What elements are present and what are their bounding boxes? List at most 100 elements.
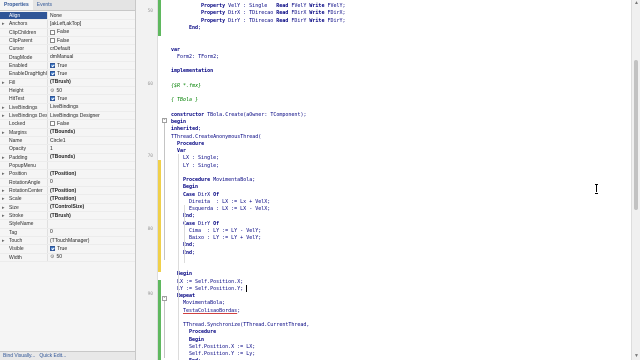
property-value[interactable]: 0 xyxy=(48,229,135,236)
checkbox[interactable] xyxy=(50,63,55,69)
property-row[interactable]: ▸ Anchors [akLeft,akTop] xyxy=(0,20,135,29)
property-row[interactable]: Cursor crDefault xyxy=(0,45,135,54)
gear-icon[interactable]: ⚙ xyxy=(50,87,54,94)
footer-link[interactable]: Quick Edit... xyxy=(39,353,66,359)
property-row[interactable]: ▸ Touch (TTouchManager) xyxy=(0,236,135,246)
footer-link[interactable]: Bind Visually... xyxy=(3,353,35,359)
checkbox[interactable] xyxy=(50,246,55,252)
code-line[interactable]: Baixo : LY := LY + VelY; xyxy=(189,234,261,242)
property-value[interactable]: (TPosition) xyxy=(48,187,135,194)
property-row[interactable]: StyleName xyxy=(0,220,135,229)
property-value[interactable]: False xyxy=(48,29,135,36)
code-editor[interactable]: 50 60 70 80 90 - - Property VelY : Single Re… xyxy=(136,0,640,360)
property-value[interactable]: None xyxy=(48,12,135,19)
expand-icon[interactable]: ▸ xyxy=(2,79,5,86)
checkbox[interactable] xyxy=(50,96,55,102)
property-value[interactable]: Circle1 xyxy=(48,137,135,144)
expand-icon[interactable]: ▸ xyxy=(2,112,5,119)
property-row[interactable]: Align None xyxy=(0,12,135,21)
property-value[interactable]: (TBounds) xyxy=(48,154,135,161)
tab-events[interactable]: Events xyxy=(33,0,56,10)
property-value[interactable]: (TControlSize) xyxy=(48,204,135,211)
expand-icon[interactable]: ▸ xyxy=(2,154,5,161)
property-row[interactable]: ▸ Size (TControlSize) xyxy=(0,203,135,212)
code-line[interactable]: implementation xyxy=(171,67,213,75)
collapse-icon[interactable]: - xyxy=(162,118,167,123)
code-line[interactable]: LY : Single; xyxy=(183,162,219,170)
property-value[interactable]: (TBrush) xyxy=(48,212,135,219)
checkbox[interactable] xyxy=(50,29,55,35)
property-row[interactable]: ▸ Fill (TBrush) xyxy=(0,78,135,87)
property-value[interactable]: dmManual xyxy=(48,54,135,61)
code-line[interactable]: Esquerda : LX := LX - VelX; xyxy=(189,205,270,213)
property-row[interactable]: DragMode dmManual xyxy=(0,53,135,62)
property-row[interactable]: ▸ LiveBindings LiveBindings xyxy=(0,103,135,112)
property-row[interactable]: Locked False xyxy=(0,120,135,129)
code-line[interactable]: End; xyxy=(189,24,201,32)
expand-icon[interactable]: ▸ xyxy=(2,170,5,177)
property-row[interactable]: Enabled True xyxy=(0,61,135,71)
property-row[interactable]: Height ⚙ 50 xyxy=(0,86,135,96)
property-row[interactable]: ▸ Margins (TBounds) xyxy=(0,128,135,137)
property-row[interactable]: ▸ Position (TPosition) xyxy=(0,170,135,179)
code-line[interactable]: {$R *.fmx} xyxy=(171,82,201,90)
property-row[interactable]: ▸ Stroke (TBrush) xyxy=(0,211,135,221)
property-row[interactable]: EnableDragHighlight True xyxy=(0,70,135,79)
property-row[interactable]: ▸ RotationCenter (TPosition) xyxy=(0,186,135,196)
expand-icon[interactable]: ▸ xyxy=(2,20,5,27)
property-row[interactable]: ▸ Scale (TPosition) xyxy=(0,195,135,204)
property-value[interactable]: True xyxy=(48,95,135,102)
code-line[interactable]: TestaColisaoBordas; xyxy=(183,307,240,315)
property-row[interactable]: Opacity 1 xyxy=(0,145,135,154)
property-value[interactable] xyxy=(48,162,135,169)
code-line[interactable]: constructor TBola.Create(aOwner: TCompon… xyxy=(171,111,306,119)
code-line[interactable]: Form2: TForm2; xyxy=(177,53,219,61)
property-value[interactable]: LiveBindings xyxy=(48,104,135,111)
property-row[interactable]: Tag 0 xyxy=(0,228,135,237)
property-value[interactable]: (TPosition) xyxy=(48,195,135,202)
property-value[interactable]: True xyxy=(48,245,135,252)
expand-icon[interactable]: ▸ xyxy=(2,187,5,194)
property-value[interactable]: (TPosition) xyxy=(48,170,135,177)
property-row[interactable]: RotationAngle 0 xyxy=(0,178,135,187)
expand-icon[interactable]: ▸ xyxy=(2,237,5,244)
checkbox[interactable] xyxy=(50,121,55,127)
expand-icon[interactable]: ▸ xyxy=(2,129,5,136)
scroll-down-icon[interactable]: ▼ xyxy=(634,354,639,359)
property-value[interactable]: ⚙ 50 xyxy=(48,87,135,94)
checkbox[interactable] xyxy=(50,38,55,44)
property-row[interactable]: Width ⚙ 50 xyxy=(0,253,135,262)
code-line[interactable]: Property DirY : TDirecao Read FDirY Writ… xyxy=(201,17,346,25)
expand-icon[interactable]: ▸ xyxy=(2,195,5,202)
property-value[interactable]: False xyxy=(48,37,135,44)
code-area[interactable]: Property VelY : Single Read FVelY Write … xyxy=(171,0,630,360)
expand-icon[interactable]: ▸ xyxy=(2,104,5,111)
property-value[interactable]: (TBounds) xyxy=(48,129,135,136)
property-row[interactable]: ▸ Padding (TBounds) xyxy=(0,153,135,162)
property-value[interactable]: ⚙ 50 xyxy=(48,254,135,261)
expand-icon[interactable]: ▸ xyxy=(2,204,5,211)
property-row[interactable]: Name Circle1 xyxy=(0,136,135,146)
property-value[interactable]: (TTouchManager) xyxy=(48,237,135,244)
gear-icon[interactable]: ⚙ xyxy=(50,254,54,261)
property-value[interactable]: False xyxy=(48,120,135,127)
property-row[interactable]: Visible True xyxy=(0,245,135,254)
property-row[interactable]: HitTest True xyxy=(0,95,135,104)
code-line[interactable]: { TBola } xyxy=(171,96,198,104)
expand-icon[interactable]: ▸ xyxy=(2,212,5,219)
checkbox[interactable] xyxy=(50,71,55,77)
property-value[interactable] xyxy=(48,220,135,227)
property-value[interactable]: crDefault xyxy=(48,45,135,52)
property-row[interactable]: ▸ LiveBindings DesignerLiveBindings Desig… xyxy=(0,111,135,121)
property-value[interactable]: True xyxy=(48,62,135,69)
property-value[interactable]: True xyxy=(48,70,135,77)
property-value[interactable]: LiveBindings Designer xyxy=(48,112,135,119)
vertical-scrollbar[interactable]: ▲ ▼ xyxy=(631,0,640,360)
property-value[interactable]: [akLeft,akTop] xyxy=(48,20,135,27)
property-row[interactable]: ClipParent False xyxy=(0,36,135,46)
scroll-up-icon[interactable]: ▲ xyxy=(634,1,639,6)
collapse-icon[interactable]: - xyxy=(162,296,167,301)
property-value[interactable]: (TBrush) xyxy=(48,79,135,86)
scrollbar-thumb[interactable] xyxy=(634,60,638,210)
property-value[interactable]: 1 xyxy=(48,145,135,152)
